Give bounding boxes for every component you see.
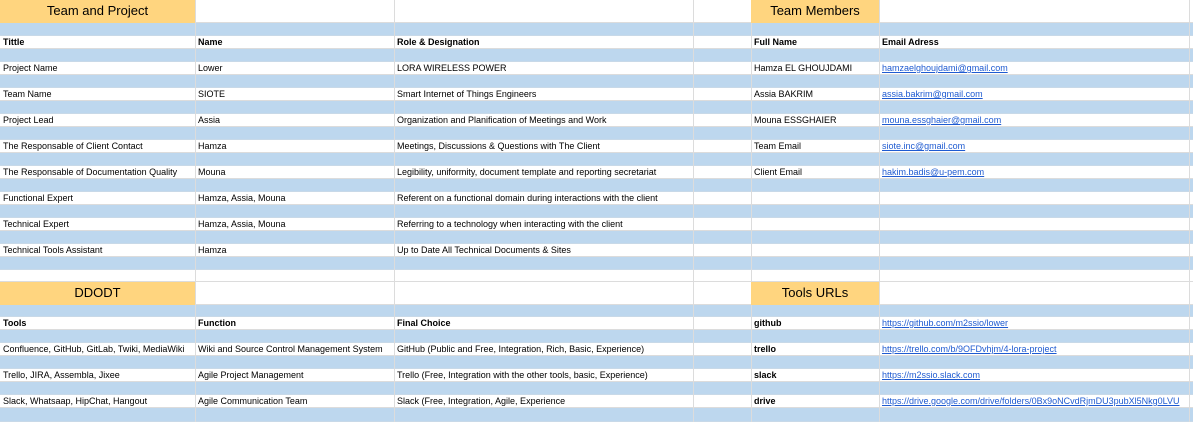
member-email-link[interactable]: mouna.essghaier@gmail.com: [879, 114, 1189, 127]
member-email-link[interactable]: hamzaelghoujdami@gmail.com: [879, 62, 1189, 75]
grid-row: [0, 270, 1193, 282]
team-cell-title[interactable]: Project Lead: [0, 114, 195, 127]
column-header-full-name[interactable]: Full Name: [751, 36, 879, 49]
column-header-name[interactable]: Name: [195, 36, 395, 49]
tool-url-link[interactable]: https://drive.google.com/drive/folders/0…: [879, 395, 1193, 408]
tool-url-link[interactable]: https://github.com/m2ssio/lower: [879, 317, 1193, 330]
team-cell-title[interactable]: The Responsable of Client Contact: [0, 140, 195, 153]
grid-row: [0, 257, 1193, 270]
ddodt-cell-tools[interactable]: Slack, Whatsaap, HipChat, Hangout: [0, 395, 195, 408]
member-name-cell[interactable]: Client Email: [751, 166, 879, 179]
team-cell-role[interactable]: Smart Internet of Things Engineers: [394, 88, 694, 101]
grid-row: [0, 231, 1193, 244]
member-name-cell[interactable]: Hamza EL GHOUJDAMI: [751, 62, 879, 75]
team-cell-name[interactable]: SIOTE: [195, 88, 395, 101]
team-cell-role[interactable]: Meetings, Discussions & Questions with T…: [394, 140, 694, 153]
grid-row: [0, 356, 1193, 369]
section-header-team-project[interactable]: Team and Project: [0, 0, 195, 23]
team-cell-role[interactable]: Up to Date All Technical Documents & Sit…: [394, 244, 694, 257]
team-cell-title[interactable]: Technical Expert: [0, 218, 195, 231]
grid-row: [0, 23, 1193, 36]
team-cell-name[interactable]: Hamza, Assia, Mouna: [195, 218, 395, 231]
member-name-cell[interactable]: Assia BAKRIM: [751, 88, 879, 101]
grid-row: [0, 382, 1193, 395]
member-email-link[interactable]: hakim.badis@u-pem.com: [879, 166, 1189, 179]
team-cell-name[interactable]: Hamza: [195, 140, 395, 153]
team-cell-role[interactable]: Referent on a functional domain during i…: [394, 192, 694, 205]
tool-name-cell[interactable]: github: [751, 317, 879, 330]
grid-row: [0, 153, 1193, 166]
team-cell-title[interactable]: Project Name: [0, 62, 195, 75]
column-header-title[interactable]: Tittle: [0, 36, 195, 49]
tool-name-cell[interactable]: trello: [751, 343, 879, 356]
team-cell-role[interactable]: LORA WIRELESS POWER: [394, 62, 694, 75]
column-header-function[interactable]: Function: [195, 317, 395, 330]
team-cell-name[interactable]: Lower: [195, 62, 395, 75]
member-email-link[interactable]: siote.inc@gmail.com: [879, 140, 1189, 153]
grid-row: [0, 408, 1193, 422]
column-header-tools[interactable]: Tools: [0, 317, 195, 330]
team-cell-name[interactable]: Mouna: [195, 166, 395, 179]
grid-row: [0, 101, 1193, 114]
team-cell-title[interactable]: Team Name: [0, 88, 195, 101]
team-cell-title[interactable]: Functional Expert: [0, 192, 195, 205]
ddodt-cell-choice[interactable]: Trello (Free, Integration with the other…: [394, 369, 694, 382]
grid-row: [0, 49, 1193, 62]
column-header-final-choice[interactable]: Final Choice: [394, 317, 694, 330]
team-cell-role[interactable]: Referring to a technology when interacti…: [394, 218, 694, 231]
ddodt-cell-tools[interactable]: Confluence, GitHub, GitLab, Twiki, Media…: [0, 343, 195, 356]
grid-row: [0, 305, 1193, 317]
grid-row: [0, 75, 1193, 88]
grid-row: [0, 127, 1193, 140]
grid-row: [0, 330, 1193, 343]
team-cell-title[interactable]: Technical Tools Assistant: [0, 244, 195, 257]
column-header-email[interactable]: Email Adress: [879, 36, 1189, 49]
member-name-cell[interactable]: Mouna ESSGHAIER: [751, 114, 879, 127]
tool-url-link[interactable]: https://trello.com/b/9OFDvhjm/4-lora-pro…: [879, 343, 1193, 356]
section-header-tools-urls[interactable]: Tools URLs: [751, 282, 879, 305]
ddodt-cell-function[interactable]: Agile Communication Team: [195, 395, 395, 408]
team-cell-name[interactable]: Hamza: [195, 244, 395, 257]
ddodt-cell-function[interactable]: Wiki and Source Control Management Syste…: [195, 343, 395, 356]
member-email-link[interactable]: assia.bakrim@gmail.com: [879, 88, 1189, 101]
tool-url-link[interactable]: https://m2ssio.slack.com: [879, 369, 1193, 382]
team-cell-role[interactable]: Legibility, uniformity, document templat…: [394, 166, 694, 179]
member-name-cell[interactable]: Team Email: [751, 140, 879, 153]
tool-name-cell[interactable]: slack: [751, 369, 879, 382]
ddodt-cell-tools[interactable]: Trello, JIRA, Assembla, Jixee: [0, 369, 195, 382]
team-cell-name[interactable]: Assia: [195, 114, 395, 127]
team-cell-name[interactable]: Hamza, Assia, Mouna: [195, 192, 395, 205]
ddodt-cell-choice[interactable]: GitHub (Public and Free, Integration, Ri…: [394, 343, 694, 356]
team-cell-title[interactable]: The Responsable of Documentation Quality: [0, 166, 195, 179]
tool-name-cell[interactable]: drive: [751, 395, 879, 408]
ddodt-cell-function[interactable]: Agile Project Management: [195, 369, 395, 382]
ddodt-cell-choice[interactable]: Slack (Free, Integration, Agile, Experie…: [394, 395, 694, 408]
grid-column-line: [1189, 0, 1190, 422]
section-header-team-members[interactable]: Team Members: [751, 0, 879, 23]
grid-row: [0, 179, 1193, 192]
column-header-role[interactable]: Role & Designation: [394, 36, 694, 49]
team-cell-role[interactable]: Organization and Planification of Meetin…: [394, 114, 694, 127]
grid-row: [0, 205, 1193, 218]
section-header-ddodt[interactable]: DDODT: [0, 282, 195, 305]
